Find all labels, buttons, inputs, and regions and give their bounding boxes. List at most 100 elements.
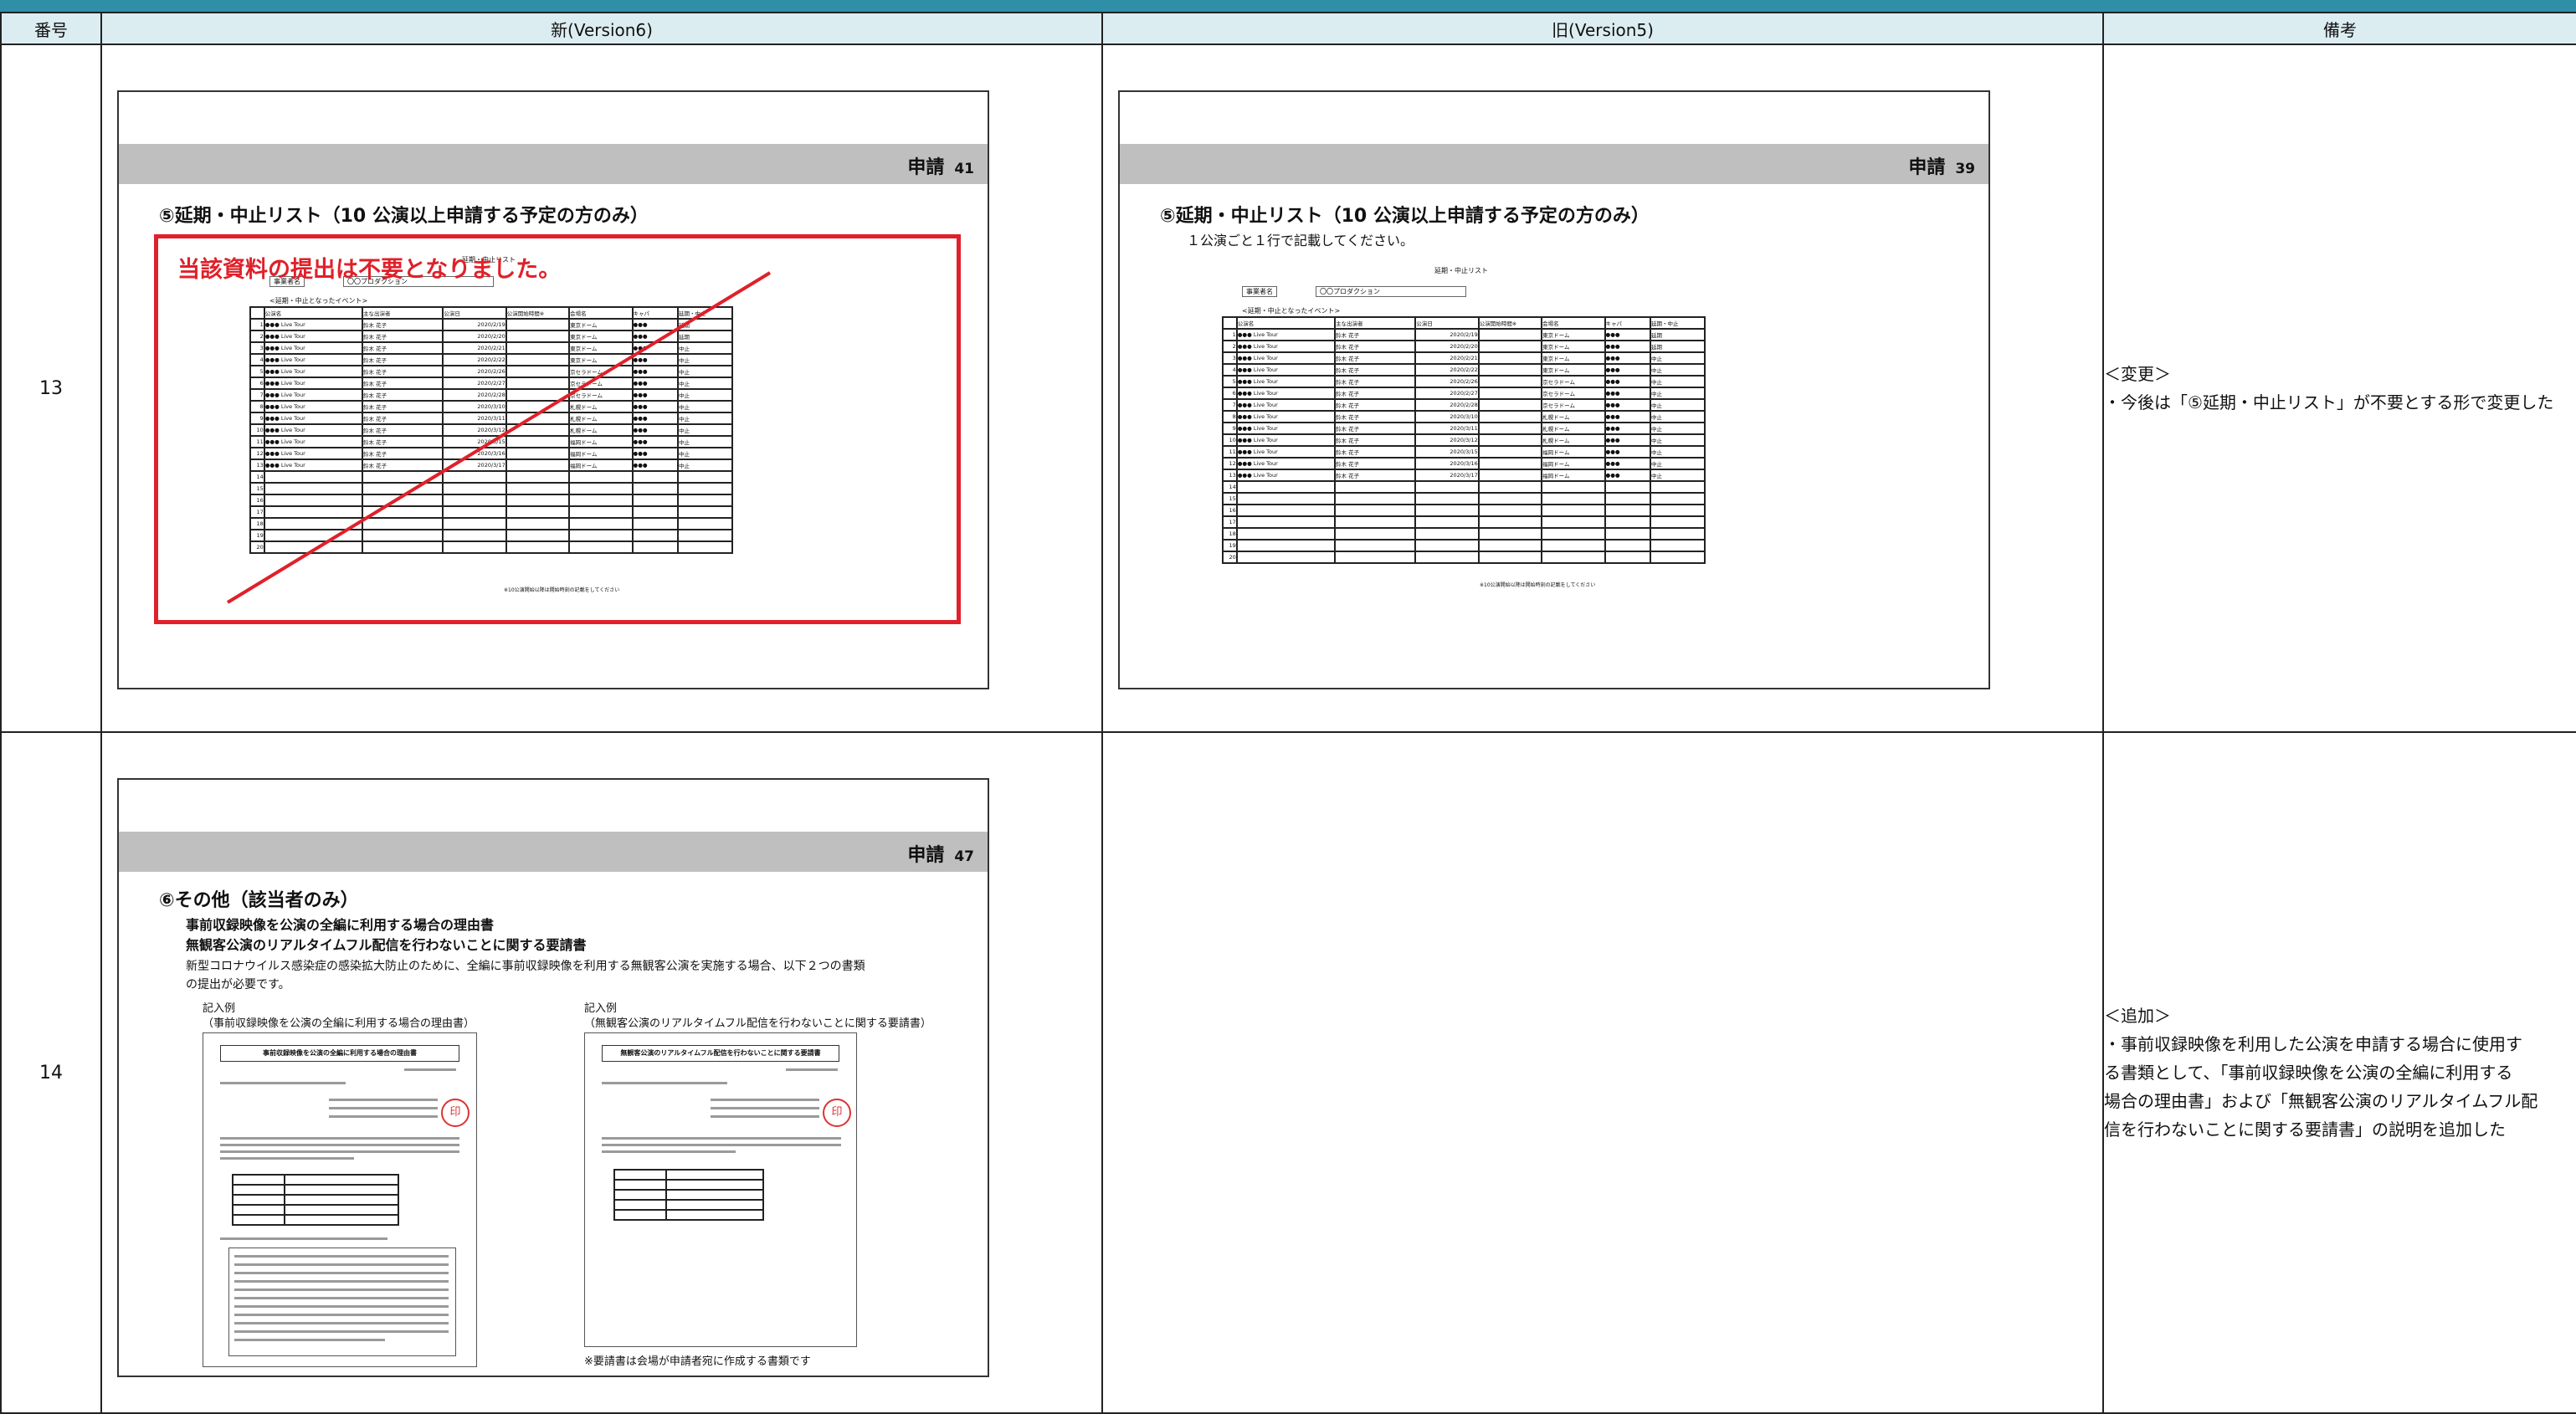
- slide-thumbnail: 申請 39 ⑤延期・中止リスト（10 公演以上申請する予定の方のみ） １公演ごと１…: [1118, 90, 1990, 689]
- grid-cell: 鈴木 花子: [1334, 351, 1417, 365]
- example-document-reason: 事前収録映像を公演の全編に利用する場合の理由書 印: [203, 1032, 477, 1367]
- grid-cell: 札幌ドーム: [1541, 422, 1606, 435]
- grid-cell: [1604, 515, 1652, 529]
- grid-row-number: 4: [1222, 363, 1238, 377]
- seal-icon: 印: [441, 1099, 470, 1127]
- grid-row-number: 7: [1222, 398, 1238, 412]
- grid-cell: 福岡ドーム: [1541, 457, 1606, 470]
- grid-cell: 福岡ドーム: [1541, 445, 1606, 459]
- top-band: [0, 0, 2576, 12]
- grid-row: 11●●● Live Tour鈴木 花子2020/3/15 福岡ドーム●●●中止: [1222, 445, 1706, 459]
- note-body: ・今後は「⑤延期・中止リスト」が不要とする形で変更した: [2104, 392, 2554, 412]
- grid-cell: 中止: [1650, 398, 1706, 412]
- grid-cell: 東京ドーム: [1541, 363, 1606, 377]
- grid-cell: [1235, 551, 1337, 564]
- note-cell: ＜追加＞ ・事前収録映像を利用した公演を申請する場合に使用す る書類として、「事…: [2102, 731, 2576, 1414]
- red-notice-frame: [154, 234, 961, 624]
- grid-row: 5 ●●● Live Tour 鈴木 花子 2020/2/26 京セラドーム ●●● 中止: [1222, 375, 1706, 388]
- grid-cell: [1650, 504, 1706, 517]
- grid-cell: [1414, 504, 1480, 517]
- grid-cell: 2020/3/16: [1414, 457, 1480, 470]
- grid-cell: [1541, 527, 1606, 540]
- grid-cell: ●●● Live Tour: [1235, 457, 1337, 470]
- header-old: 旧(Version5): [1101, 12, 2104, 45]
- grid-cell: ●●● Live Tour: [1235, 351, 1337, 365]
- grid-cell: [1334, 492, 1417, 505]
- grid-cell: 鈴木 花子: [1334, 363, 1417, 377]
- grid-cell: ●●● Live Tour: [1235, 469, 1337, 482]
- grid-cell: 2020/3/12: [1414, 433, 1480, 447]
- example-label: 記入例: [203, 1002, 236, 1015]
- grid-row-number: 8: [1222, 410, 1238, 423]
- grid-row-number: 15: [1222, 492, 1238, 505]
- grid-cell: [1235, 527, 1337, 540]
- grid-cell: 中止: [1650, 469, 1706, 482]
- grid-cell: [1477, 375, 1543, 388]
- grid-cell: ●●●: [1604, 363, 1652, 377]
- grid-cell: 東京ドーム: [1541, 328, 1606, 341]
- grid-cell: [1604, 539, 1652, 552]
- slide-section: 申請: [1908, 157, 1946, 178]
- grid-cell: ●●●: [1604, 375, 1652, 388]
- grid-cell: 鈴木 花子: [1334, 445, 1417, 459]
- grid-cell: [1477, 351, 1543, 365]
- header-new: 新(Version6): [100, 12, 1103, 45]
- grid-cell: ●●●: [1604, 422, 1652, 435]
- grid-cell: [1414, 527, 1480, 540]
- list-section-label: <延期・中止となったイベント>: [1242, 307, 1341, 315]
- company-label: 事業者名: [1242, 286, 1277, 297]
- grid-cell: [1414, 551, 1480, 564]
- grid-cell: 中止: [1650, 422, 1706, 435]
- grid-row-number: 20: [1222, 551, 1238, 564]
- grid-cell: [1650, 480, 1706, 494]
- grid-header-cell: 延期・中止: [1650, 316, 1706, 330]
- note-heading: ＜変更＞: [2104, 364, 2171, 384]
- grid-cell: [1477, 457, 1543, 470]
- slide-body-line: 新型コロナウイルス感染症の感染拡大防止のために、全編に事前収録映像を利用する無観…: [186, 960, 865, 973]
- grid-cell: 2020/2/26: [1414, 375, 1480, 388]
- grid-cell: ●●● Live Tour: [1235, 363, 1337, 377]
- grid-cell: ●●●: [1604, 433, 1652, 447]
- grid-row: 13 ●●● Live Tour 鈴木 花子 2020/3/17 福岡ドーム ●●● 中止: [1222, 469, 1706, 482]
- grid-cell: [1334, 527, 1417, 540]
- grid-cell: [1650, 527, 1706, 540]
- grid-cell: 2020/2/28: [1414, 398, 1480, 412]
- grid-cell: 鈴木 花子: [1334, 328, 1417, 341]
- grid-cell: 京セラドーム: [1541, 387, 1606, 400]
- grid-row-number: 5: [1222, 375, 1238, 388]
- note-line: 場合の理由書」および「無観客公演のリアルタイムフル配: [2104, 1091, 2538, 1111]
- slide-title: ⑥その他（該当者のみ）: [159, 890, 359, 911]
- grid-cell: ●●● Live Tour: [1235, 328, 1337, 341]
- grid-row-number: 6: [1222, 387, 1238, 400]
- company-value: 〇〇プロダクション: [1316, 286, 1466, 297]
- grid-row-number: 18: [1222, 527, 1238, 540]
- grid-row: 14: [1222, 480, 1706, 494]
- grid-row: 20: [1222, 551, 1706, 564]
- grid-cell: [1414, 492, 1480, 505]
- grid-header-cell: 会場名: [1541, 316, 1606, 330]
- grid-cell: [1477, 515, 1543, 529]
- grid-cell: [1477, 340, 1543, 353]
- note-cell: ＜変更＞ ・今後は「⑤延期・中止リスト」が不要とする形で変更した: [2102, 44, 2576, 733]
- header-row: 番号 新(Version6) 旧(Version5) 備考: [0, 12, 2576, 45]
- note-line: 信を行わないことに関する要請書」の説明を追加した: [2104, 1119, 2506, 1140]
- grid-row-number: 10: [1222, 433, 1238, 447]
- slide-section: 申請: [907, 845, 945, 866]
- grid-cell: [1604, 527, 1652, 540]
- grid-cell: [1477, 387, 1543, 400]
- slide-title: ⑤延期・中止リスト（10 公演以上申請する予定の方のみ）: [1160, 206, 1650, 227]
- grid-row: 16: [1222, 504, 1706, 517]
- grid-cell: 鈴木 花子: [1334, 457, 1417, 470]
- grid-cell: 京セラドーム: [1541, 375, 1606, 388]
- grid-cell: 中止: [1650, 387, 1706, 400]
- grid-row-number: 11: [1222, 445, 1238, 459]
- grid-cell: ●●●: [1604, 387, 1652, 400]
- grid-cell: 2020/2/20: [1414, 340, 1480, 353]
- grid-cell: [1414, 539, 1480, 552]
- grid-cell: 中止: [1650, 457, 1706, 470]
- grid-cell: 2020/3/15: [1414, 445, 1480, 459]
- list-title: 延期・中止リスト: [1434, 267, 1488, 274]
- grid-cell: 中止: [1650, 445, 1706, 459]
- list-footnote: ※10公演開始以降は開始時刻の記載をしてください: [1480, 582, 1596, 588]
- grid-row-number: 13: [1222, 469, 1238, 482]
